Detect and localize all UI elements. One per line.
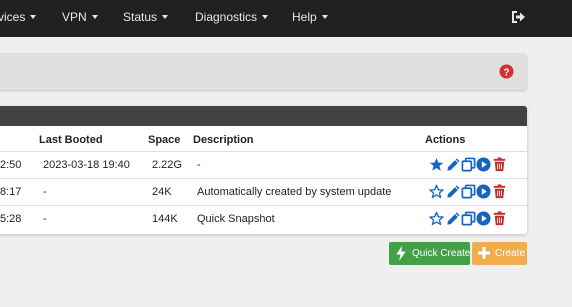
- svg-text:?: ?: [503, 67, 509, 78]
- trash-icon[interactable]: [492, 211, 507, 226]
- copy-icon[interactable]: [461, 211, 476, 226]
- nav-vpn-menu[interactable]: VPN: [62, 10, 98, 28]
- caret-down-icon: [321, 15, 328, 19]
- nav-status-menu[interactable]: Status: [123, 10, 169, 28]
- create-button[interactable]: Create: [472, 242, 527, 265]
- created-time: 2:50: [0, 159, 22, 171]
- copy-icon[interactable]: [461, 184, 476, 199]
- play-circle-icon[interactable]: [476, 184, 491, 199]
- nav-vpn-label: VPN: [62, 10, 87, 24]
- last-booted: 2023-03-18 19:40: [43, 159, 130, 171]
- caret-down-icon: [30, 15, 37, 19]
- copy-icon[interactable]: [461, 157, 476, 172]
- pencil-icon[interactable]: [446, 211, 461, 226]
- column-header-last-booted: Last Booted: [39, 134, 103, 146]
- description: Automatically created by system update: [197, 186, 392, 198]
- sign-out-icon[interactable]: [510, 9, 526, 25]
- table-row: 5:28 - 144K Quick Snapshot: [0, 205, 527, 232]
- description: Quick Snapshot: [197, 213, 275, 225]
- last-booted: -: [43, 213, 47, 225]
- create-label: Create: [495, 248, 526, 259]
- star-outline-icon[interactable]: [429, 211, 444, 226]
- nav-help-label: Help: [292, 10, 317, 24]
- nav-diagnostics-label: Diagnostics: [195, 10, 258, 24]
- star-outline-icon[interactable]: [429, 184, 444, 199]
- column-header-actions: Actions: [425, 134, 466, 146]
- pencil-icon[interactable]: [446, 184, 461, 199]
- panel-heading: [0, 106, 527, 126]
- table-row: 2:50 2023-03-18 19:40 2.22G -: [0, 151, 527, 178]
- created-time: 8:17: [0, 186, 22, 198]
- boot-environments-panel: Last Booted Space Description Actions 2:…: [0, 106, 527, 234]
- caret-down-icon: [262, 15, 269, 19]
- last-booted: -: [43, 186, 47, 198]
- breadcrumb-bar: [0, 53, 527, 90]
- top-navbar: vices VPN Status Diagnostics Help: [0, 0, 572, 37]
- play-circle-icon[interactable]: [476, 157, 491, 172]
- space: 24K: [152, 186, 172, 198]
- nav-services-label: vices: [0, 10, 26, 24]
- created-time: 5:28: [0, 213, 22, 225]
- nav-help-menu[interactable]: Help: [292, 10, 328, 28]
- nav-diagnostics-menu[interactable]: Diagnostics: [195, 10, 269, 28]
- space: 2.22G: [152, 159, 182, 171]
- question-circle-icon[interactable]: ?: [499, 64, 514, 79]
- column-header-description: Description: [193, 134, 254, 146]
- plus-icon: [478, 247, 490, 259]
- caret-down-icon: [91, 15, 98, 19]
- pencil-icon[interactable]: [446, 157, 461, 172]
- table-row: 8:17 - 24K Automatically created by syst…: [0, 178, 527, 205]
- caret-down-icon: [162, 15, 169, 19]
- trash-icon[interactable]: [492, 157, 507, 172]
- column-header-space: Space: [148, 134, 181, 146]
- trash-icon[interactable]: [492, 184, 507, 199]
- description: -: [197, 159, 201, 171]
- quick-create-button[interactable]: Quick Create: [389, 242, 470, 265]
- play-circle-icon[interactable]: [476, 211, 491, 226]
- nav-services-menu[interactable]: vices: [0, 10, 37, 28]
- bolt-icon: [396, 246, 406, 261]
- nav-status-label: Status: [123, 10, 158, 24]
- space: 144K: [152, 213, 178, 225]
- star-icon[interactable]: [429, 157, 444, 172]
- quick-create-label: Quick Create: [412, 248, 471, 259]
